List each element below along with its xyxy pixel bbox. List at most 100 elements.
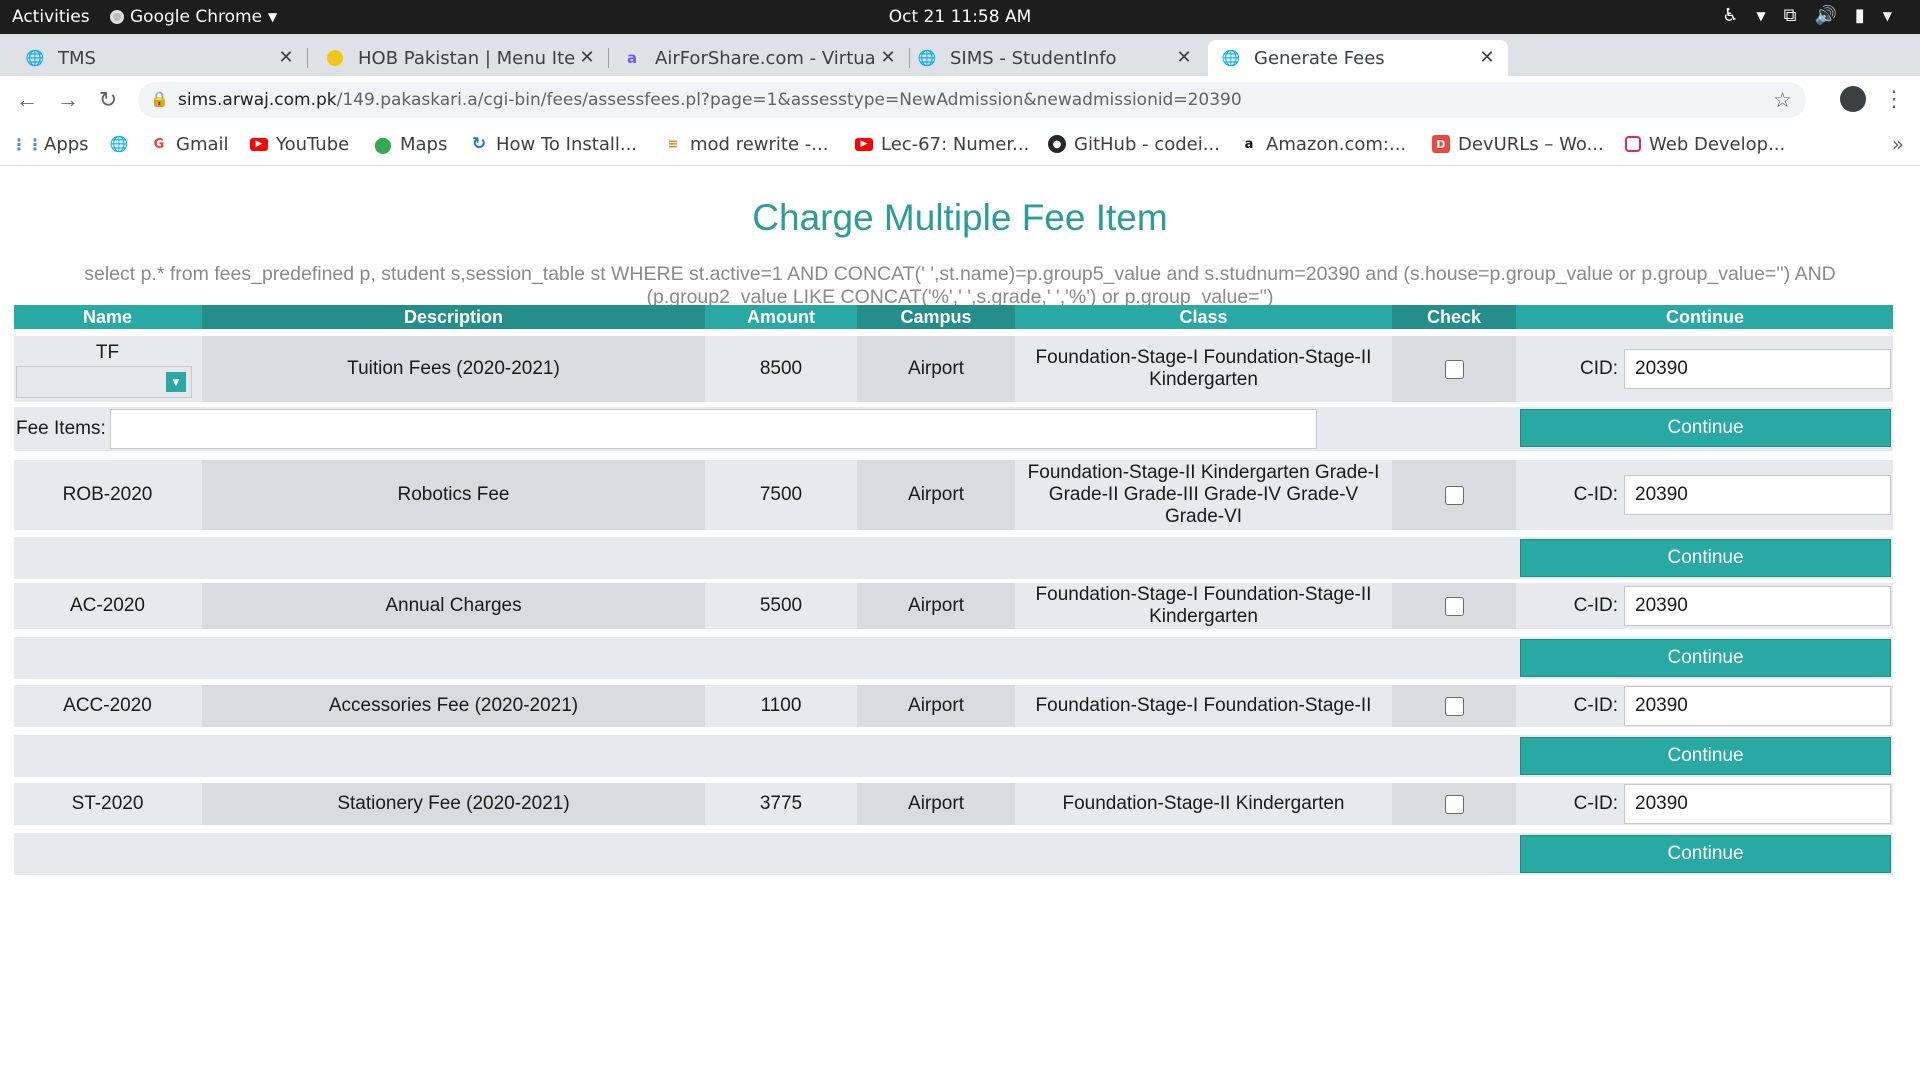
fee-checkbox[interactable] — [1444, 359, 1464, 379]
bookmark-globe[interactable]: 🌐 — [109, 129, 129, 159]
bookmark-label: DevURLs – Wo... — [1458, 133, 1604, 155]
network-icon[interactable]: ⧉ — [1784, 5, 1797, 26]
clock[interactable]: Oct 21 11:58 AM — [889, 7, 1032, 27]
continue-button[interactable]: Continue — [1520, 409, 1891, 447]
table-row: AC-2020 Annual Charges 5500 Airport Foun… — [14, 583, 1893, 629]
bookmark-devurls[interactable]: D DevURLs – Wo... — [1432, 129, 1604, 159]
continue-button[interactable]: Continue — [1520, 639, 1891, 677]
header-campus: Campus — [857, 305, 1015, 329]
bookmark-apps[interactable]: ⋮⋮ Apps — [11, 129, 89, 159]
close-icon[interactable]: ✕ — [877, 47, 899, 69]
back-arrow-icon[interactable]: ← — [13, 86, 41, 114]
system-top-bar: Activities Google Chrome ▼ Oct 21 11:58 … — [0, 0, 1920, 34]
description-cell: Robotics Fee — [202, 460, 705, 530]
cid-cell: C-ID: 20390 — [1517, 685, 1893, 727]
table-row: TF ▼ Tuition Fees (2020-2021) 8500 Airpo… — [14, 336, 1893, 402]
name-cell: ST-2020 — [71, 793, 144, 814]
cid-input[interactable]: 20390 — [1624, 349, 1891, 389]
fee-items-row: Fee Items: Continue — [14, 407, 1893, 451]
forward-arrow-icon[interactable]: → — [54, 86, 82, 114]
bookmark-label: Amazon.com:... — [1266, 133, 1407, 155]
check-cell — [1392, 583, 1516, 629]
bookmark-mod-rewrite[interactable]: ≡ mod rewrite -... — [664, 129, 829, 159]
close-icon[interactable]: ✕ — [1476, 47, 1498, 69]
name-cell: TF ▼ — [14, 336, 201, 402]
tab-airforshare[interactable]: a AirForShare.com - Virtual ✕ — [609, 40, 910, 76]
bookmark-star-icon[interactable]: ☆ — [1773, 88, 1792, 112]
fee-checkbox[interactable] — [1444, 794, 1464, 814]
continue-button[interactable]: Continue — [1520, 835, 1891, 873]
tab-generate-fees[interactable]: 🌐 Generate Fees ✕ — [1208, 40, 1508, 76]
app-menu[interactable]: Google Chrome ▼ — [110, 7, 277, 27]
fee-checkbox[interactable] — [1444, 596, 1464, 616]
fee-checkbox[interactable] — [1444, 485, 1464, 505]
accessibility-icon[interactable]: ♿ — [1722, 5, 1738, 26]
chevron-right-icon[interactable]: » — [1892, 132, 1904, 156]
header-check: Check — [1392, 305, 1516, 329]
cid-cell: CID: 20390 — [1517, 336, 1893, 402]
chevron-down-icon[interactable]: ▼ — [1883, 9, 1892, 23]
bookmark-label: Web Develop... — [1649, 133, 1786, 155]
more-options-icon[interactable]: ⋮ — [1883, 86, 1905, 112]
tab-strip: 🌐 TMS ✕ HOB Pakistan | Menu Item ✕ a Air… — [0, 34, 1920, 102]
name-select[interactable]: ▼ — [16, 366, 192, 398]
bookmark-gmail[interactable]: G Gmail — [150, 129, 229, 159]
reload-icon[interactable]: ↻ — [94, 86, 122, 114]
chevron-down-icon[interactable]: ▼ — [1756, 9, 1765, 23]
fee-items-label: Fee Items: — [16, 418, 106, 439]
tab-hob-pakistan[interactable]: HOB Pakistan | Menu Item ✕ — [308, 40, 609, 76]
class-cell: Foundation-Stage-II Kindergarten — [1062, 793, 1345, 814]
battery-icon[interactable]: ▮ — [1855, 5, 1865, 26]
webdev-icon — [1625, 136, 1641, 152]
table-row: ROB-2020 Robotics Fee 7500 Airport Found… — [14, 460, 1893, 530]
close-icon[interactable]: ✕ — [1173, 47, 1195, 69]
campus-cell: Airport — [857, 783, 1015, 825]
url-text[interactable]: sims.arwaj.com.pk/149.pakaskari.a/cgi-bi… — [178, 90, 1242, 110]
bookmark-amazon[interactable]: a Amazon.com:... — [1240, 129, 1407, 159]
devurls-icon: D — [1432, 135, 1450, 153]
url-host: sims.arwaj.com.pk — [178, 90, 337, 110]
class-cell: Foundation-Stage-I Foundation-Stage-II K… — [1035, 584, 1372, 627]
bookmark-how-to-install[interactable]: ↻ How To Install... — [470, 129, 637, 159]
close-icon[interactable]: ✕ — [275, 47, 297, 69]
activities-button[interactable]: Activities — [12, 7, 90, 27]
cid-input[interactable]: 20390 — [1624, 686, 1891, 726]
globe-icon: 🌐 — [25, 49, 45, 67]
continue-button[interactable]: Continue — [1520, 737, 1891, 775]
table-row: ACC-2020 Accessories Fee (2020-2021) 110… — [14, 685, 1893, 727]
close-icon[interactable]: ✕ — [576, 47, 598, 69]
fee-items-input[interactable] — [110, 409, 1317, 449]
globe-icon: 🌐 — [1221, 49, 1241, 67]
cid-cell: C-ID: 20390 — [1517, 460, 1893, 530]
cid-label: C-ID: — [1573, 595, 1618, 616]
address-bar[interactable]: 🔒 sims.arwaj.com.pk/149.pakaskari.a/cgi-… — [138, 82, 1806, 118]
continue-row: Continue — [14, 735, 1893, 777]
tab-title: SIMS - StudentInfo — [950, 47, 1117, 69]
tab-sims-studentinfo[interactable]: 🌐 SIMS - StudentInfo ✕ — [910, 40, 1205, 76]
fee-checkbox[interactable] — [1444, 696, 1464, 716]
amount-cell: 8500 — [759, 358, 803, 379]
globe-icon: 🌐 — [109, 135, 129, 153]
bookmark-maps[interactable]: ⬤ Maps — [374, 129, 447, 159]
check-cell — [1392, 685, 1516, 727]
bookmark-label: Lec-67: Numer... — [881, 133, 1030, 155]
campus-cell: Airport — [857, 583, 1015, 629]
check-cell — [1392, 460, 1516, 530]
bookmark-youtube[interactable]: ▶ YouTube — [250, 129, 349, 159]
cid-input[interactable]: 20390 — [1624, 475, 1891, 515]
bookmark-lec-67[interactable]: ▶ Lec-67: Numer... — [855, 129, 1029, 159]
browser-toolbar: ← → ↻ 🔒 sims.arwaj.com.pk/149.pakaskari.… — [0, 76, 1920, 124]
cid-input[interactable]: 20390 — [1624, 784, 1891, 824]
stackoverflow-icon: ≡ — [667, 136, 679, 152]
profile-avatar-icon[interactable] — [1840, 86, 1866, 112]
bookmark-github[interactable]: ● GitHub - codei... — [1048, 129, 1220, 159]
tab-tms[interactable]: 🌐 TMS ✕ — [0, 40, 308, 76]
cid-input[interactable]: 20390 — [1624, 586, 1891, 626]
bookmark-web-develop[interactable]: Web Develop... — [1625, 129, 1785, 159]
cid-label: C-ID: — [1573, 793, 1618, 814]
continue-button[interactable]: Continue — [1520, 539, 1891, 577]
header-class: Class — [1179, 307, 1228, 327]
volume-icon[interactable]: 🔊 — [1814, 5, 1836, 26]
page-title: Charge Multiple Fee Item — [752, 197, 1168, 238]
lock-icon[interactable]: 🔒 — [150, 90, 169, 108]
